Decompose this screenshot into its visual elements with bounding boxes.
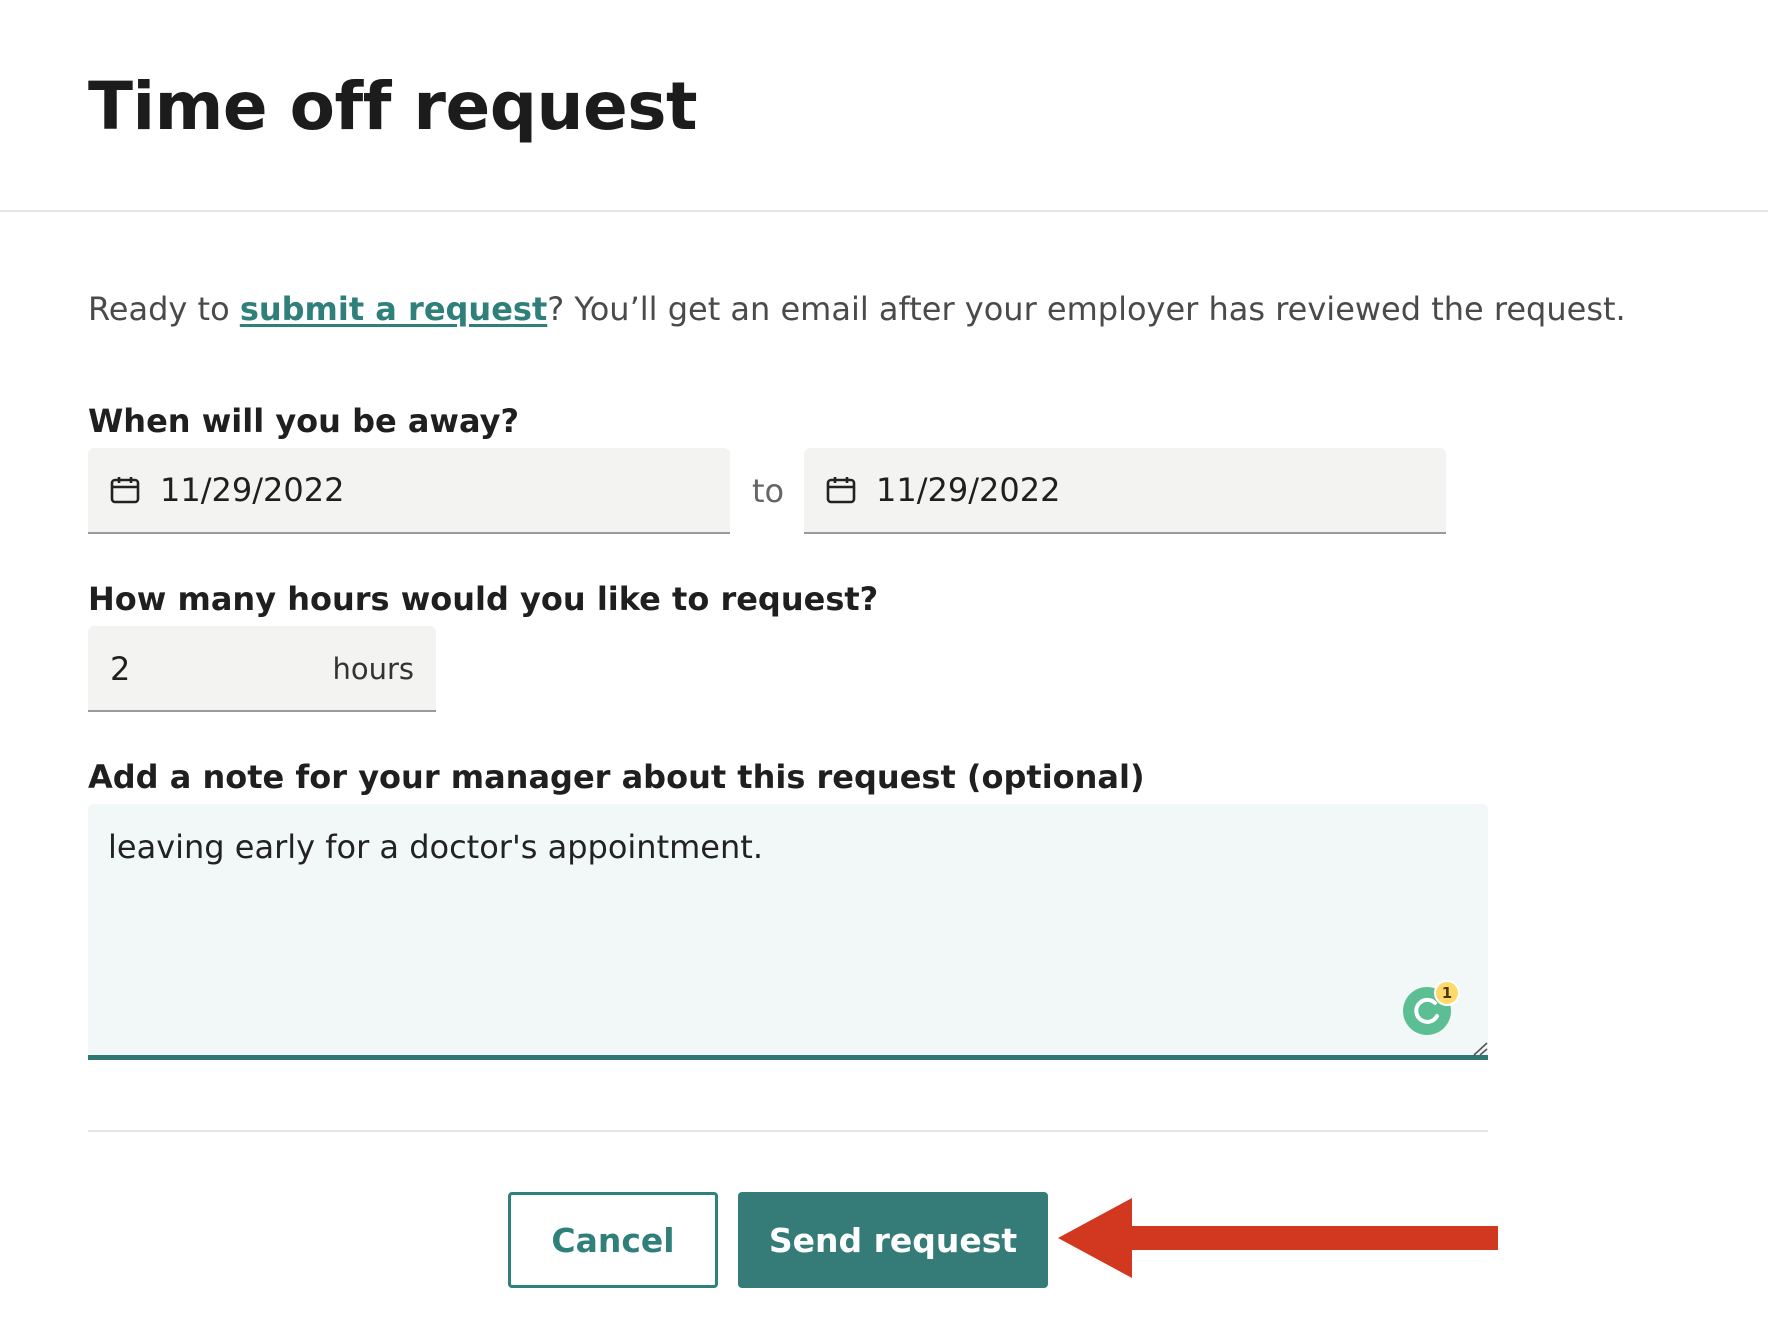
submit-request-link[interactable]: submit a request [240, 290, 547, 328]
send-request-button[interactable]: Send request [738, 1192, 1048, 1288]
resize-handle-icon[interactable] [1472, 1042, 1488, 1056]
hours-value: 2 [110, 650, 131, 688]
time-off-request-page: Time off request Ready to submit a reque… [0, 0, 1768, 1318]
hours-label: How many hours would you like to request… [88, 580, 879, 618]
manager-note-textarea[interactable]: leaving early for a doctor's appointment… [88, 804, 1488, 1060]
writing-assistant-badge: 1 [1434, 980, 1460, 1006]
dates-label: When will you be away? [88, 402, 520, 440]
annotation-arrow-icon [1058, 1198, 1498, 1278]
page-header: Time off request [0, 0, 1768, 212]
cancel-button[interactable]: Cancel [508, 1192, 718, 1288]
end-date-input[interactable]: 11/29/2022 [804, 448, 1446, 534]
manager-note-value: leaving early for a doctor's appointment… [108, 828, 763, 866]
start-date-input[interactable]: 11/29/2022 [88, 448, 730, 534]
note-label: Add a note for your manager about this r… [88, 758, 1145, 796]
intro-suffix: ? You’ll get an email after your employe… [547, 290, 1626, 328]
calendar-icon [110, 477, 140, 504]
footer-divider [88, 1130, 1488, 1132]
calendar-icon [826, 477, 856, 504]
hours-input[interactable]: 2 hours [88, 626, 436, 712]
page-title: Time off request [88, 68, 698, 145]
start-date-value: 11/29/2022 [160, 471, 345, 509]
end-date-value: 11/29/2022 [876, 471, 1061, 509]
date-range-separator: to [752, 472, 785, 510]
intro-text: Ready to submit a request? You’ll get an… [88, 290, 1626, 328]
hours-unit-label: hours [332, 652, 414, 686]
intro-prefix: Ready to [88, 290, 240, 328]
